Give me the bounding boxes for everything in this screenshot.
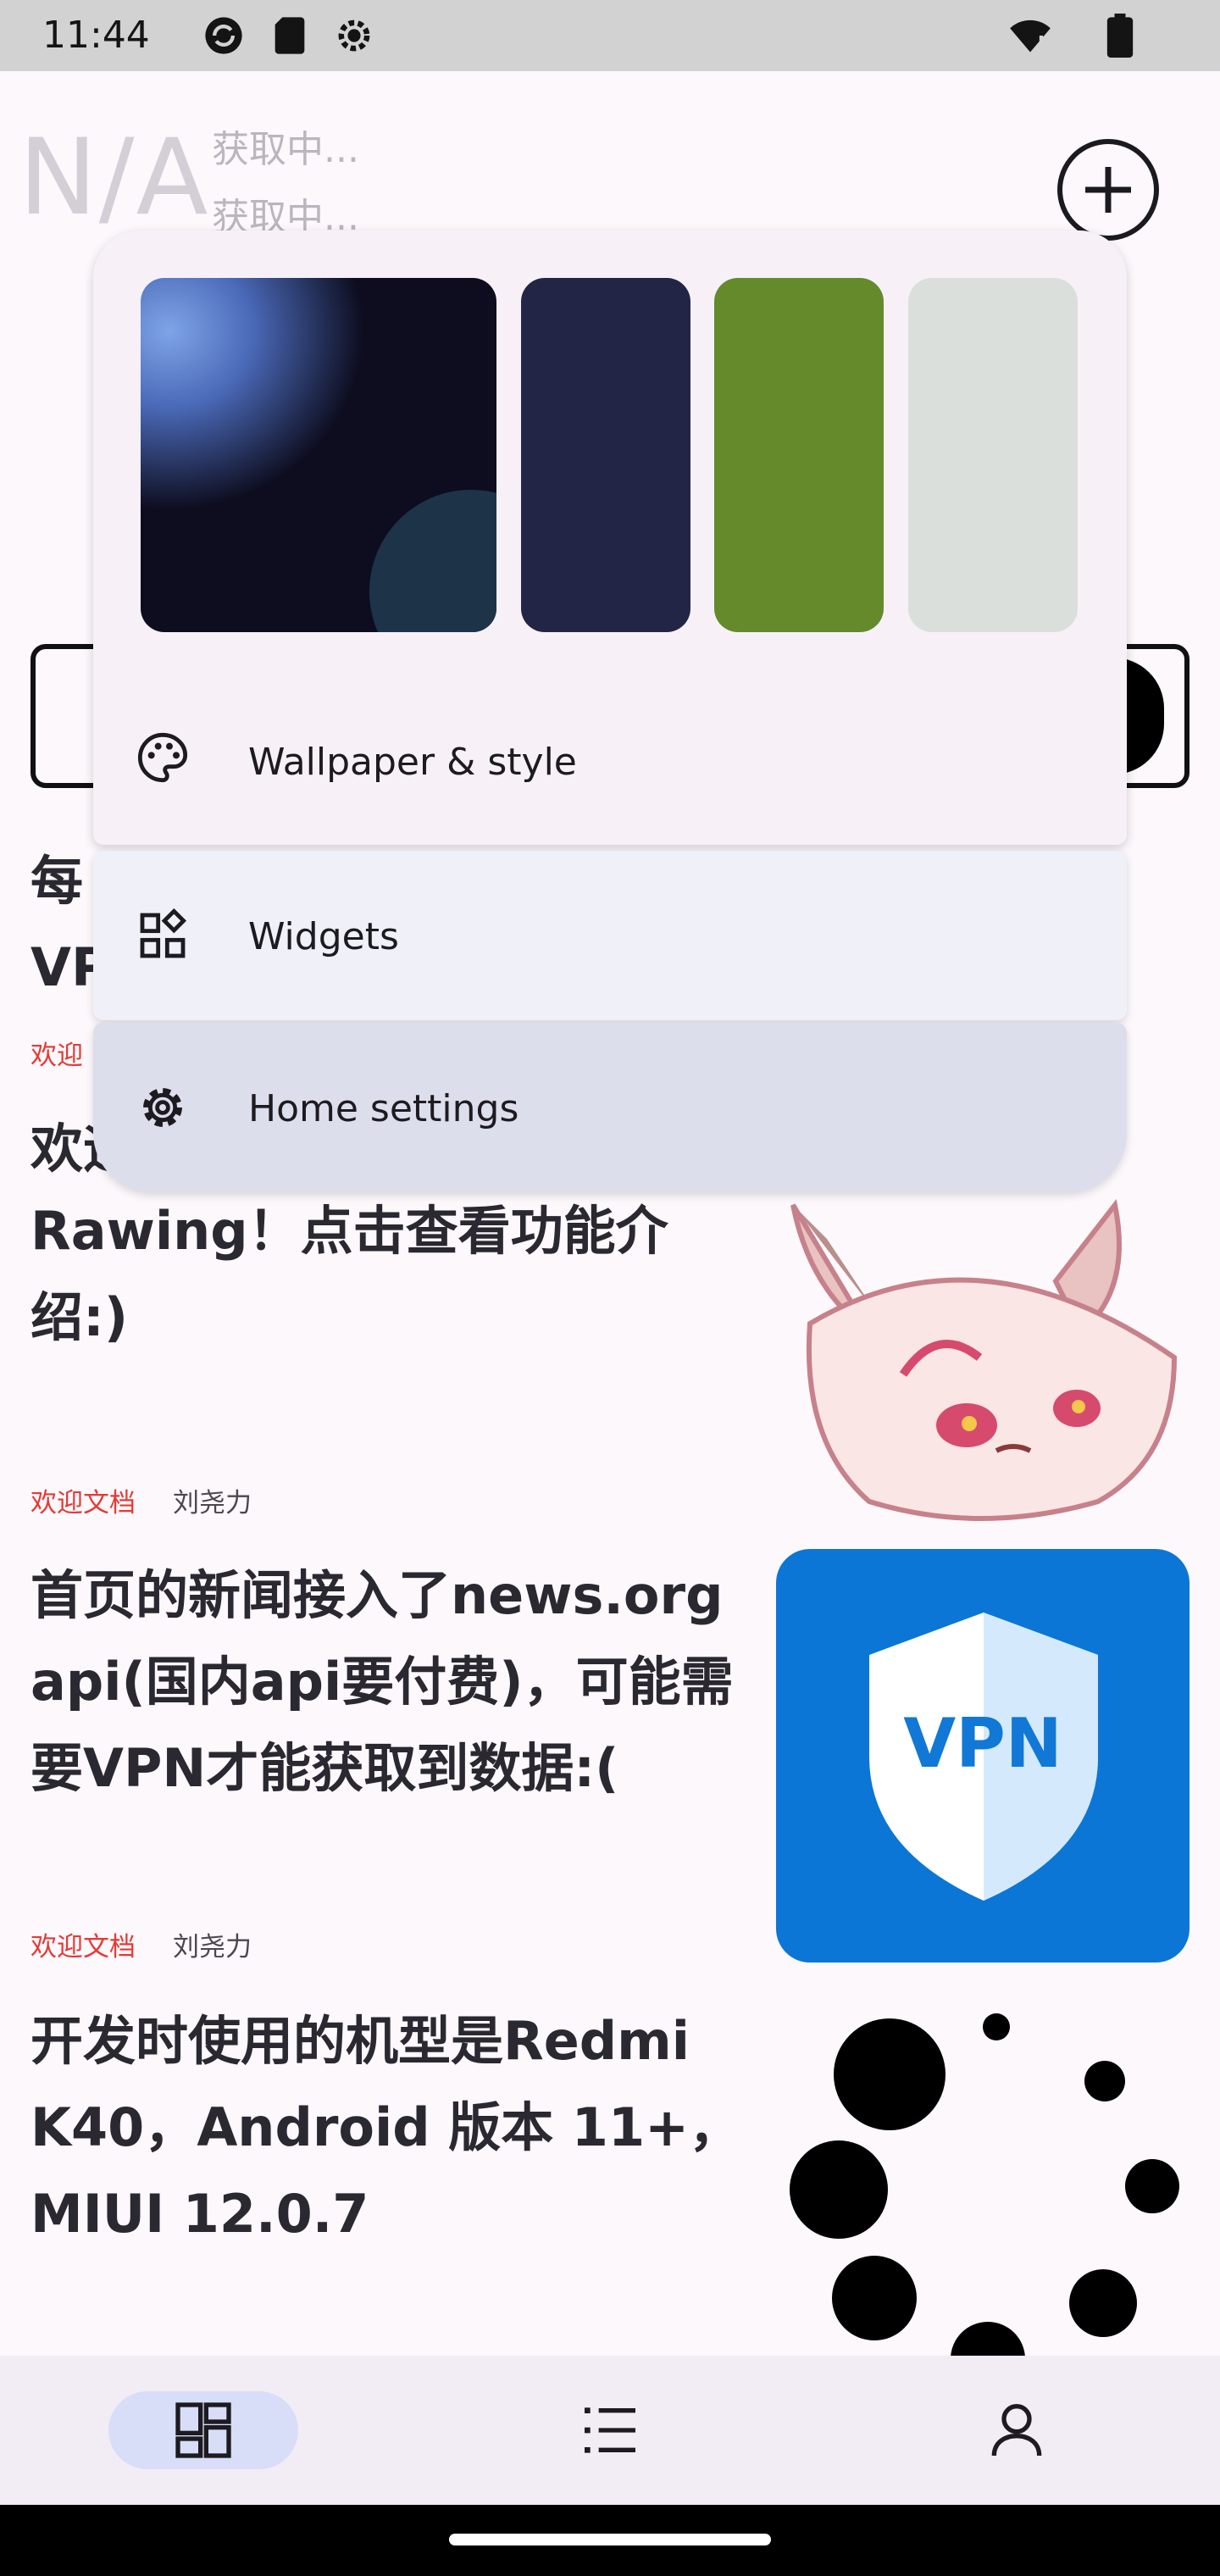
menu-item-label: Home settings: [248, 1087, 519, 1130]
menu-item-widgets[interactable]: Widgets: [93, 851, 1127, 1020]
article-tag: 欢迎文档: [30, 1932, 136, 1963]
partial-tag: 欢迎: [30, 1041, 83, 1071]
person-icon[interactable]: [983, 2396, 1051, 2464]
menu-item-label: Wallpaper & style: [248, 741, 577, 784]
sync-icon: [205, 17, 242, 54]
palette-icon: [137, 732, 188, 783]
home-long-press-menu: Wallpaper & style Widgets Home settings: [93, 230, 1127, 1192]
article-author: 刘尧力: [173, 1488, 252, 1518]
vpn-label: VPN: [903, 1704, 1062, 1783]
menu-item-label: Widgets: [248, 915, 399, 958]
wallpaper-style-card: Wallpaper & style: [93, 230, 1127, 845]
plus-circle-icon[interactable]: [1057, 139, 1159, 241]
wallpaper-preview[interactable]: [141, 278, 496, 632]
home-gesture-handle[interactable]: [449, 2534, 771, 2545]
color-swatch[interactable]: [714, 278, 884, 632]
menu-item-wallpaper-style[interactable]: Wallpaper & style: [93, 697, 1127, 824]
article-author: 刘尧力: [173, 1932, 252, 1963]
menu-item-home-settings[interactable]: Home settings: [93, 1023, 1127, 1192]
partial-heading: 每: [30, 850, 84, 912]
article-title[interactable]: 首页的新闻接入了news.org api(国内api要付费)，可能需要VPN才能…: [30, 1552, 742, 1812]
settings-icon: [338, 19, 370, 52]
list-icon[interactable]: [576, 2396, 644, 2464]
sd-card-icon: [274, 17, 305, 54]
dashboard-icon[interactable]: [169, 2396, 237, 2464]
anime-character-thumbnail[interactable]: [776, 1188, 1190, 1527]
article-tag: 欢迎文档: [30, 1488, 136, 1518]
article-title[interactable]: 开发时使用的机型是Redmi K40，Android 版本 11+，MIUI 1…: [30, 1998, 742, 2257]
vpn-shield-thumbnail[interactable]: VPN: [776, 1549, 1190, 1963]
wifi-icon: [1010, 19, 1051, 53]
weather-line-1: 获取中...: [212, 128, 359, 171]
color-swatch[interactable]: [908, 278, 1078, 632]
widgets-icon: [140, 908, 187, 958]
battery-icon: [1106, 14, 1134, 58]
status-time: 11:44: [42, 14, 150, 57]
loading-dots-thumbnail: [790, 2013, 1179, 2357]
gear-icon: [143, 1088, 182, 1127]
article-title[interactable]: Rawing！点击查看功能介绍:): [30, 1188, 742, 1361]
color-swatch[interactable]: [521, 278, 690, 632]
temperature-value: N/A: [19, 117, 210, 239]
